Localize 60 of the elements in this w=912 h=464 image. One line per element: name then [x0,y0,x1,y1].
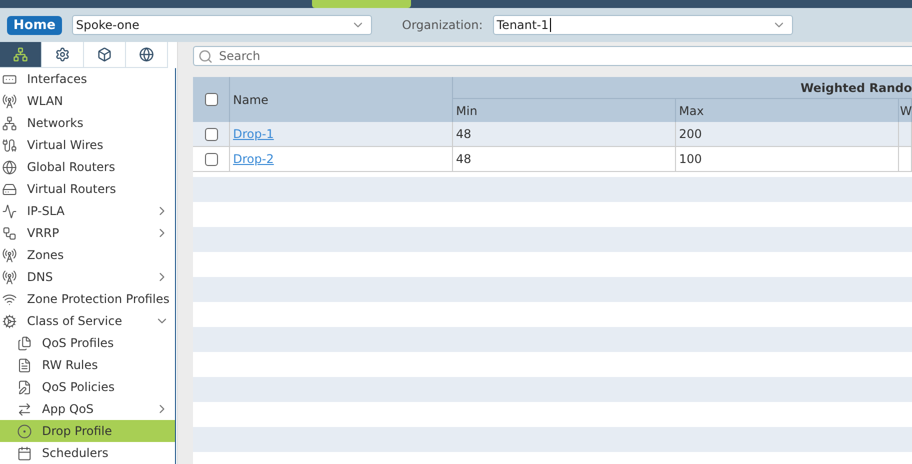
network-icon [13,47,28,62]
search-icon [198,48,213,64]
sidebar-tab[interactable] [84,42,126,68]
cable-icon [2,138,17,152]
disc-icon [17,424,32,438]
column-header[interactable]: Max [679,104,704,118]
sidebar-item[interactable]: App QoS [0,398,176,420]
document-icon [17,358,32,372]
sidebar-item[interactable]: Zone Protection Profiles [0,288,176,310]
settings-icon [55,47,70,62]
sidebar-item[interactable]: DNS [0,266,176,288]
network-icon [2,116,17,130]
arrows-icon [17,402,32,416]
sidebar-item[interactable]: Virtual Wires [0,134,176,156]
table-cell: 48 [456,152,472,166]
sidebar-item[interactable]: QoS Profiles [0,332,176,354]
sidebar-item[interactable]: VRRP [0,222,176,244]
files-icon [17,336,32,350]
sidebar-item[interactable]: Zones [0,244,176,266]
row-checkbox[interactable] [205,152,218,166]
table-cell: 200 [679,127,702,141]
document-icon [17,380,32,394]
name-link[interactable]: Drop-2 [233,152,274,166]
device-select[interactable]: Spoke-one [72,15,372,35]
hierarchy-icon [2,226,17,240]
sidebar-tab[interactable] [0,42,42,68]
organization-field[interactable]: Tenant-1 [492,15,793,35]
table-cell: 100 [679,152,702,166]
sidebar-tab[interactable] [126,42,168,68]
column-header[interactable]: Min [456,104,478,118]
sidebar-item[interactable]: Drop Profile [0,420,176,442]
antenna-icon [2,248,17,262]
globe-icon [2,160,17,174]
antenna-icon [2,94,17,108]
sidebar-item[interactable]: Global Routers [0,156,176,178]
sidebar-item[interactable]: WLAN [0,90,176,112]
antenna-icon [2,270,17,284]
gear-icon [2,314,17,328]
sidebar-item[interactable]: QoS Policies [0,376,176,398]
home-button[interactable]: Home [7,16,62,34]
globe-icon [139,47,154,62]
sidebar-item[interactable]: RW Rules [0,354,176,376]
select-all-checkbox[interactable] [205,93,218,106]
search-field[interactable]: Search [193,46,912,66]
organization-label: Organization: [402,18,483,32]
sidebar-item[interactable]: IP-SLA [0,200,176,222]
group-header: Weighted Rando [453,77,912,99]
column-header[interactable]: Name [233,92,268,106]
sidebar-tab[interactable] [42,42,84,68]
sidebar-item[interactable]: Schedulers [0,442,176,464]
row-checkbox[interactable] [205,128,218,140]
sidebar-item[interactable]: Interfaces [0,68,176,90]
sidebar-item[interactable]: Virtual Routers [0,178,176,200]
sidebar-item[interactable]: Class of Service [0,310,176,332]
cube-icon [97,47,112,62]
calendar-icon [17,446,32,460]
sidebar-item[interactable]: Networks [0,112,176,134]
router-icon [2,182,17,196]
pulse-icon [2,204,17,218]
table-cell: 48 [456,127,472,141]
